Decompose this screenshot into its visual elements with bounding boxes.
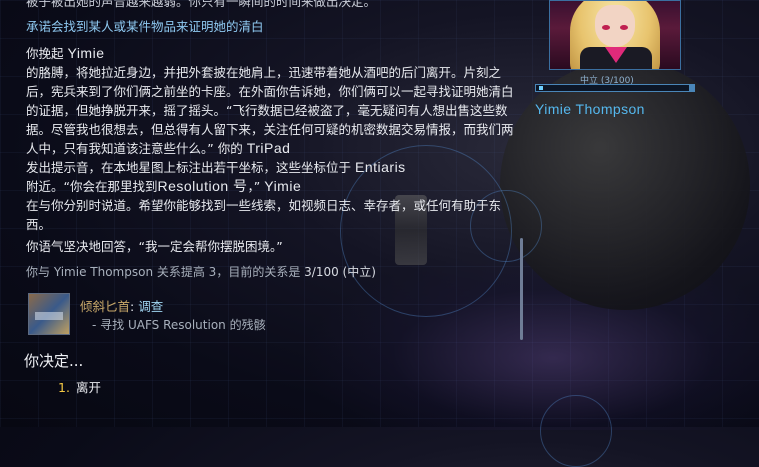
relation-bar — [535, 84, 695, 92]
quest-name: 倾斜匕首 — [80, 299, 131, 314]
story-text: 你挽起 Yimie 的胳膊，将她拉近身边，并把外套披在她肩上，迅速带着她从酒吧的… — [26, 45, 514, 232]
quest-title: 倾斜匕首: 调查 — [80, 299, 164, 314]
planet — [500, 60, 750, 310]
previous-choice: 承诺会找到某人或某件物品来证明她的清白 — [26, 19, 264, 34]
character-name-inline: Yimie — [264, 178, 302, 194]
quest-status: 调查 — [138, 299, 164, 314]
location-name-inline: Entiaris — [355, 159, 406, 175]
scrollbar[interactable] — [520, 238, 523, 340]
ship-name-inline: Resolution 号 — [157, 178, 248, 194]
character-name: Yimie Thompson — [535, 101, 645, 117]
option-number: 1. — [58, 380, 70, 395]
quest-objective: - 寻找 UAFS Resolution 的残骸 — [92, 318, 266, 332]
option-leave[interactable]: 1. 离开 — [58, 377, 101, 396]
quest-icon — [28, 293, 70, 335]
character-name-inline: Yimie — [67, 45, 105, 61]
option-label: 离开 — [75, 380, 101, 395]
item-name-inline: TriPad — [246, 140, 291, 156]
player-reply: 你语气坚决地回答，“我一定会帮你摆脱困境。” — [26, 239, 283, 254]
orbit-ring — [540, 395, 612, 467]
character-portrait — [549, 0, 681, 70]
relation-bar-fill — [539, 86, 544, 90]
previous-text: 被子被出她的声音越来越弱。你只有一瞬间的时间来做出决定。 — [26, 0, 377, 9]
relation-value: 3/100 (中立) — [304, 265, 376, 279]
relation-change-text: 你与 Yimie Thompson 关系提高 3，目前的关系是 3/100 (中… — [26, 265, 376, 279]
story-panel: 被子被出她的声音越来越弱。你只有一瞬间的时间来做出决定。 承诺会找到某人或某件物… — [0, 0, 522, 290]
decision-prompt: 你决定... — [24, 352, 84, 370]
